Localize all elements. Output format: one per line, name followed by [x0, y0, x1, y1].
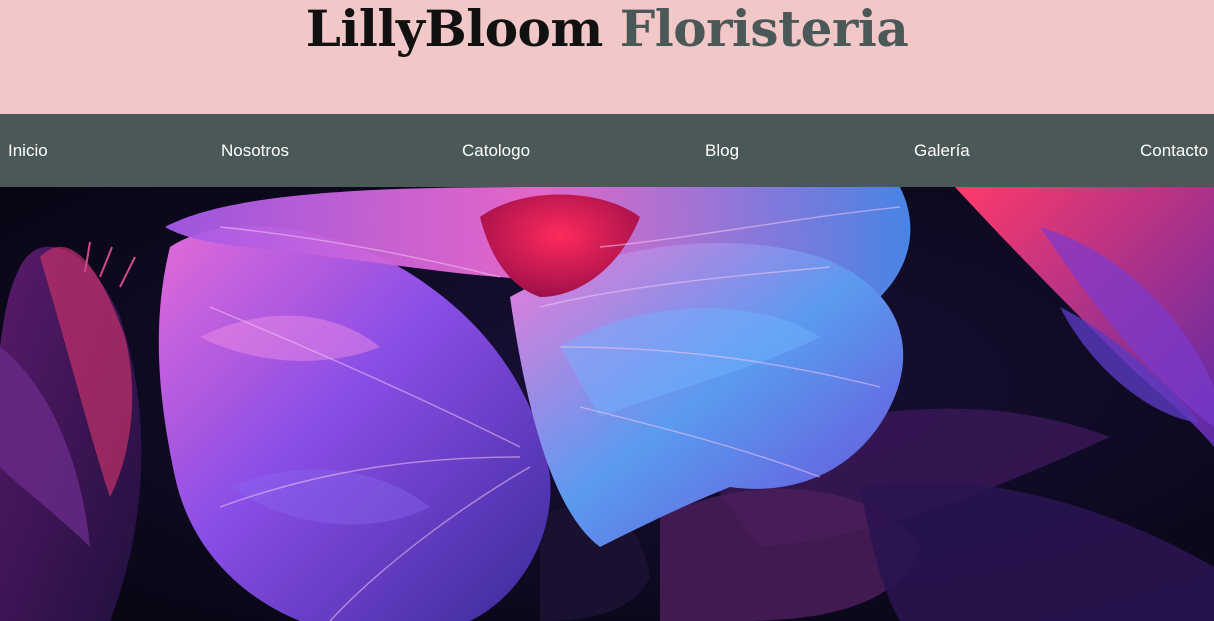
neon-flower-illustration [0, 187, 1214, 621]
nav-item-galeria[interactable]: Galería [914, 114, 970, 187]
site-logo[interactable]: LillyBloom Floristeria [305, 0, 909, 58]
nav-item-contacto[interactable]: Contacto [1140, 114, 1208, 187]
nav-item-inicio[interactable]: Inicio [8, 114, 48, 187]
logo-subtitle: Floristeria [619, 0, 909, 58]
main-nav: Inicio Nosotros Catologo Blog Galería Co… [0, 114, 1214, 187]
hero-image [0, 187, 1214, 621]
nav-item-blog[interactable]: Blog [705, 114, 739, 187]
logo-brand: LillyBloom [305, 0, 604, 58]
site-header: LillyBloom Floristeria [0, 0, 1214, 114]
nav-item-nosotros[interactable]: Nosotros [221, 114, 289, 187]
nav-item-catologo[interactable]: Catologo [462, 114, 530, 187]
